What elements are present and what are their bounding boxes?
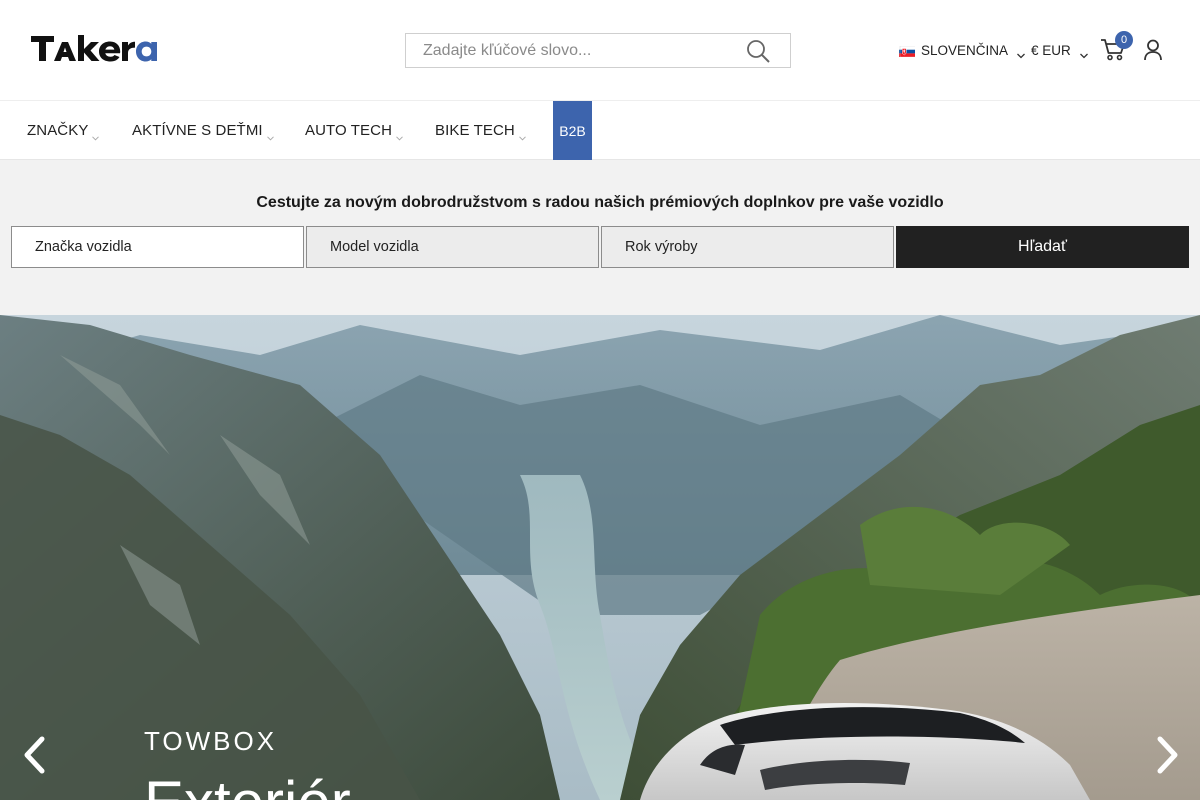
sk-flag-icon	[899, 45, 917, 57]
currency-label: € EUR	[1031, 42, 1071, 58]
takera-logo[interactable]	[30, 30, 176, 66]
chevron-down-icon	[396, 128, 403, 141]
cart-count-badge: 0	[1115, 31, 1133, 49]
currency-selector[interactable]: € EUR	[1031, 40, 1088, 60]
chevron-down-icon	[1079, 47, 1088, 59]
hero-banner: TOWBOX Exteriér	[0, 315, 1200, 800]
nav-item-label: ZNAČKY	[27, 122, 89, 139]
chevron-down-icon	[518, 128, 526, 141]
nav-item-auto-tech[interactable]: AUTO TECH	[305, 101, 403, 160]
search-box	[405, 33, 791, 68]
slider-prev-arrow-icon[interactable]	[20, 735, 48, 775]
nav-item-label: AUTO TECH	[305, 122, 393, 139]
search-icon[interactable]	[746, 39, 772, 63]
vehicle-make-select[interactable]: Značka vozidla	[11, 226, 304, 268]
language-label: SLOVENČINA	[921, 42, 1009, 58]
chevron-down-icon	[1017, 47, 1025, 59]
vehicle-finder: Cestujte za novým dobrodružstvom s radou…	[0, 160, 1200, 315]
nav-item-label: AKTÍVNE S DEŤMI	[132, 122, 263, 139]
vehicle-model-select[interactable]: Model vozidla	[306, 226, 599, 268]
vehicle-year-select[interactable]: Rok výroby	[601, 226, 894, 268]
slider-next-arrow-icon[interactable]	[1154, 735, 1182, 775]
nav-item-aktivne-s-detmi[interactable]: AKTÍVNE S DEŤMI	[132, 101, 274, 160]
language-selector[interactable]: SLOVENČINA	[899, 40, 1025, 60]
site-header: SLOVENČINA € EUR 0	[0, 0, 1200, 101]
nav-item-b2b[interactable]: B2B	[553, 101, 592, 160]
hero-title: Exteriér	[144, 773, 351, 800]
hero-eyebrow: TOWBOX	[144, 726, 278, 756]
vehicle-search-button[interactable]: Hľadať	[896, 226, 1189, 268]
nav-item-znacky[interactable]: ZNAČKY	[27, 101, 100, 160]
search-input[interactable]	[406, 34, 736, 67]
finder-title: Cestujte za novým dobrodružstvom s radou…	[256, 194, 944, 211]
nav-item-label: BIKE TECH	[435, 122, 515, 139]
user-account-icon[interactable]	[1143, 39, 1163, 61]
main-navigation: ZNAČKY AKTÍVNE S DEŤMI AUTO TECH BIKE TE…	[0, 101, 1200, 160]
chevron-down-icon	[266, 128, 274, 141]
chevron-down-icon	[92, 128, 100, 141]
nav-item-bike-tech[interactable]: BIKE TECH	[435, 101, 526, 160]
